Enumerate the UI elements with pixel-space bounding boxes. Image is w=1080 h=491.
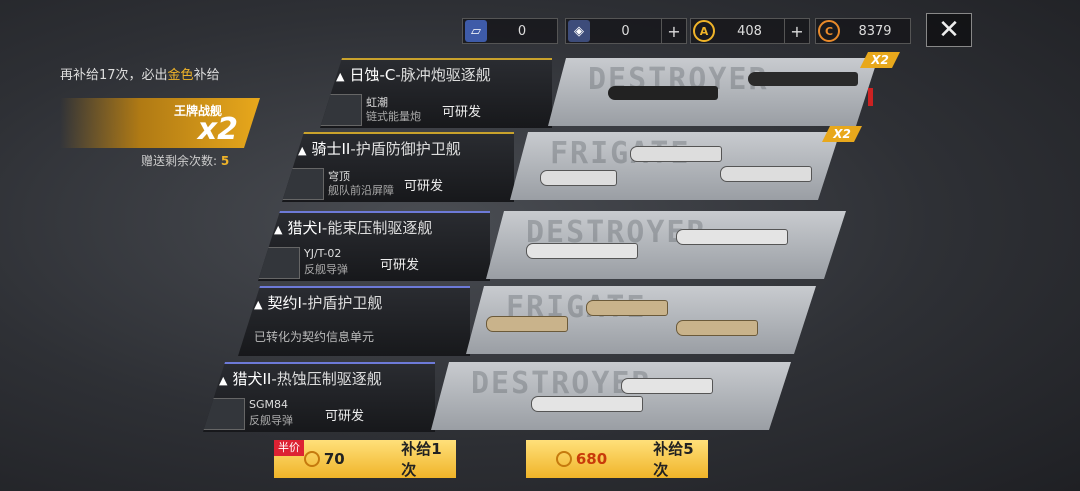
guarantee-prefix: 再补给17次，必出: [60, 68, 168, 83]
alloy-resource: A 408 +: [690, 18, 810, 44]
ship-preview: DESTROYER: [486, 211, 846, 279]
ship-model: [486, 316, 568, 332]
ship-name-main: 契约I: [267, 294, 302, 312]
gift-label: 赠送剩余次数:: [141, 154, 218, 168]
ship-model: [531, 396, 643, 412]
ship-preview: FRIGATE: [466, 286, 816, 354]
supply-once-cost: 70: [323, 450, 345, 468]
ship-model: [586, 300, 668, 316]
ship-model: [748, 72, 858, 86]
module-type: 链式能量炮: [366, 110, 421, 123]
blueprint-resource: ▱ 0: [462, 18, 558, 44]
research-status: 可研发: [404, 179, 444, 194]
module-type: 反舰导弹: [249, 414, 293, 427]
rarity-icon: ▲: [274, 223, 283, 236]
credit-count: 8379: [858, 23, 892, 39]
alloy-icon: [556, 451, 572, 467]
ship-name: ▲ 骑士II-护盾防御护卫舰: [298, 138, 461, 159]
cube-count: 0: [621, 23, 630, 39]
ship-info-panel: ▲ 契约I-护盾护卫舰 已转化为契约信息单元: [238, 286, 470, 356]
module-icon: [203, 398, 245, 430]
research-status: 可研发: [325, 409, 365, 424]
rarity-icon: ▲: [254, 298, 263, 311]
add-cube-button[interactable]: +: [661, 19, 686, 43]
converted-note: 已转化为契约信息单元: [254, 330, 375, 344]
alloy-icon: A: [693, 20, 715, 42]
ship-name-main: 日蚀-C: [349, 66, 396, 84]
cube-resource: ◈ 0 +: [565, 18, 687, 44]
supply-five-cost: 680: [575, 450, 608, 468]
ship-name-main: 骑士II: [311, 140, 351, 158]
rarity-icon: ▲: [219, 374, 228, 387]
gift-remaining: 赠送剩余次数: 5: [141, 152, 229, 169]
ship-preview: DESTROYER: [431, 362, 791, 430]
module-name: SGM84: [249, 398, 288, 411]
ship-model: [621, 378, 713, 394]
guarantee-gold: 金色: [167, 68, 194, 83]
guarantee-text: 再补给17次，必出金色补给: [60, 64, 220, 83]
supply-five-button[interactable]: 680 补给5次: [526, 440, 708, 479]
module-icon: [282, 168, 324, 200]
ship-model: [676, 320, 758, 336]
ship-model: [608, 86, 718, 100]
ship-name: ▲ 猎犬I-能束压制驱逐舰: [274, 217, 432, 238]
red-marker: [868, 88, 873, 106]
ace-multiplier: x2: [197, 112, 238, 147]
ship-preview: FRIGATE: [510, 132, 840, 200]
research-status: 可研发: [442, 105, 482, 120]
alloy-icon: [304, 451, 320, 467]
credit-icon: C: [818, 20, 840, 42]
ship-name: ▲ 契约I-护盾护卫舰: [254, 292, 382, 313]
gift-count: 5: [220, 154, 230, 168]
ship-name: ▲ 猎犬II-热蚀压制驱逐舰: [219, 368, 382, 389]
ship-model: [630, 146, 722, 162]
ship-name-sub: -能束压制驱逐舰: [321, 219, 433, 237]
ship-preview: DESTROYER: [548, 58, 878, 126]
module-name: YJ/T-02: [304, 247, 342, 260]
ship-name-main: 猎犬II: [232, 370, 272, 388]
supply-five-label: 补给5次: [653, 440, 694, 479]
rarity-icon: ▲: [298, 144, 307, 157]
rarity-icon: ▲: [336, 70, 345, 83]
ship-name-sub: -脉冲炮驱逐舰: [395, 66, 491, 84]
module-icon: [258, 247, 300, 279]
close-icon: ✕: [938, 15, 960, 45]
ship-info-panel: ▲ 骑士II-护盾防御护卫舰 穹顶 舰队前沿屏障 可研发: [282, 132, 514, 202]
ship-name-sub: -热蚀压制驱逐舰: [271, 370, 382, 388]
cube-icon: ◈: [568, 20, 590, 42]
ship-info-panel: ▲ 日蚀-C-脉冲炮驱逐舰 虹潮 链式能量炮 可研发: [320, 58, 552, 128]
close-button[interactable]: ✕: [926, 13, 972, 47]
ship-model: [526, 243, 638, 259]
ship-model: [676, 229, 788, 245]
ship-info-panel: ▲ 猎犬I-能束压制驱逐舰 YJ/T-02 反舰导弹 可研发: [258, 211, 490, 281]
double-badge: X2: [860, 52, 900, 68]
ship-name-sub: -护盾护卫舰: [301, 294, 383, 312]
double-badge: X2: [822, 126, 862, 142]
research-status: 可研发: [380, 258, 420, 273]
ship-info-panel: ▲ 猎犬II-热蚀压制驱逐舰 SGM84 反舰导弹 可研发: [203, 362, 435, 432]
ace-ship-banner: 王牌战舰 x2: [60, 98, 260, 148]
ship-model: [540, 170, 617, 186]
add-alloy-button[interactable]: +: [784, 19, 809, 43]
alloy-count: 408: [737, 23, 762, 39]
half-price-badge: 半价: [274, 440, 304, 456]
ship-name: ▲ 日蚀-C-脉冲炮驱逐舰: [336, 64, 491, 85]
blueprint-icon: ▱: [465, 20, 487, 42]
supply-once-label: 补给1次: [401, 440, 442, 479]
module-type: 反舰导弹: [304, 263, 348, 276]
ship-name-main: 猎犬I: [287, 219, 322, 237]
module-type: 舰队前沿屏障: [328, 184, 394, 197]
ship-model: [720, 166, 812, 182]
module-icon: [320, 94, 362, 126]
credit-resource: C 8379: [815, 18, 911, 44]
guarantee-suffix: 补给: [193, 68, 220, 83]
blueprint-count: 0: [517, 23, 527, 39]
ship-name-sub: -护盾防御护卫舰: [350, 140, 461, 158]
